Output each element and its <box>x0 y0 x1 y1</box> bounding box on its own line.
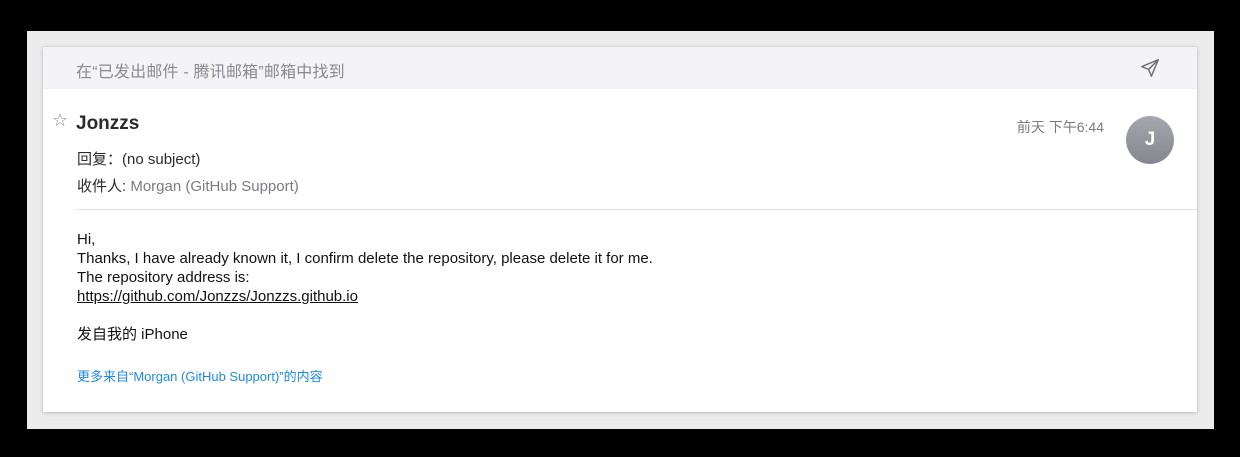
body-line: The repository address is: <box>77 269 250 286</box>
reply-line: 回复：(no subject) <box>77 148 200 169</box>
reply-subject: (no subject) <box>122 151 201 168</box>
message-body: Hi, Thanks, I have already known it, I c… <box>77 230 1157 344</box>
star-icon[interactable]: ☆ <box>52 112 68 130</box>
avatar: J <box>1126 116 1174 164</box>
recipient-label: 收件人: <box>77 178 127 195</box>
found-in-mailbox-bar: 在“已发出邮件 - 腾讯邮箱”邮箱中找到 <box>43 47 1197 89</box>
message-header: ☆ Jonzzs 回复：(no subject) 收件人: Morgan (Gi… <box>43 89 1197 209</box>
more-from-sender-link[interactable]: 更多来自“Morgan (GitHub Support)”的内容 <box>77 366 323 385</box>
found-in-mailbox-text: 在“已发出邮件 - 腾讯邮箱”邮箱中找到 <box>76 64 345 81</box>
paper-plane-icon[interactable] <box>1139 57 1161 79</box>
header-divider <box>76 209 1197 210</box>
message-timestamp: 前天 下午6:44 <box>1016 119 1104 135</box>
repository-link[interactable]: https://github.com/Jonzzs/Jonzzs.github.… <box>77 288 358 305</box>
recipient-line: 收件人: Morgan (GitHub Support) <box>77 175 299 196</box>
message-card: 在“已发出邮件 - 腾讯邮箱”邮箱中找到 ☆ Jonzzs 回复：(no sub… <box>43 47 1197 412</box>
recipient-name[interactable]: Morgan (GitHub Support) <box>130 178 298 195</box>
body-line: Thanks, I have already known it, I confi… <box>77 250 653 267</box>
mail-window: 在“已发出邮件 - 腾讯邮箱”邮箱中找到 ☆ Jonzzs 回复：(no sub… <box>27 31 1214 429</box>
body-greeting: Hi, <box>77 231 96 248</box>
signature: 发自我的 iPhone <box>77 326 188 343</box>
sender-name: Jonzzs <box>76 113 140 134</box>
reply-label: 回复： <box>77 151 123 168</box>
